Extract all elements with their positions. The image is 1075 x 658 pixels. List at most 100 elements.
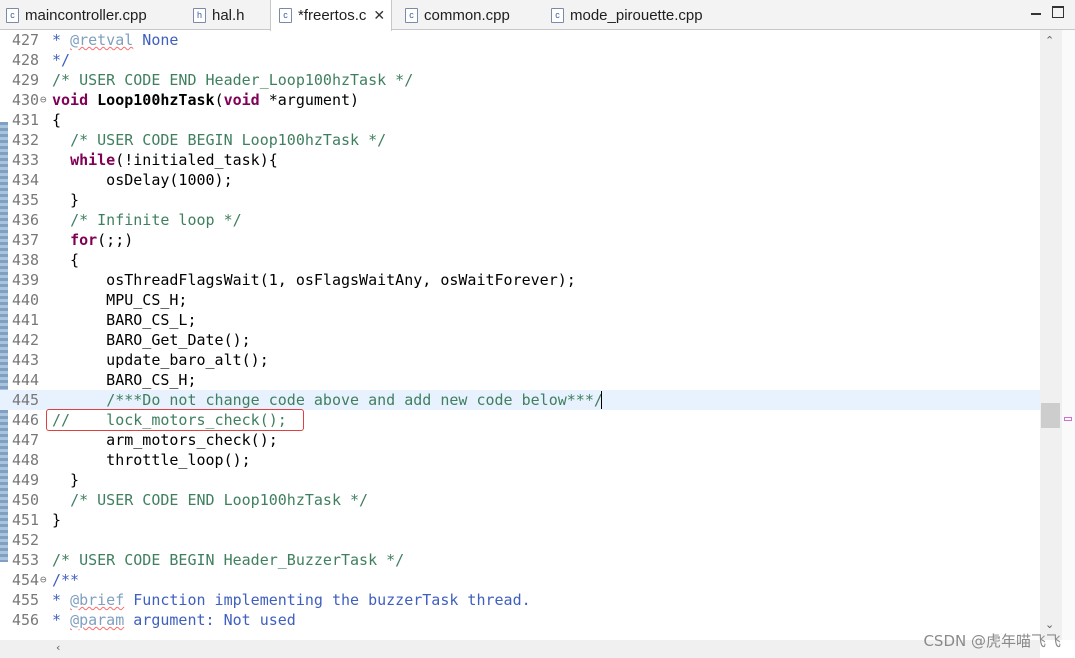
line-number: 438 <box>12 251 40 269</box>
code-line[interactable]: 435 } <box>0 190 1040 210</box>
code-line[interactable]: 453 /* USER CODE BEGIN Header_BuzzerTask … <box>0 550 1040 570</box>
code-token: throttle_loop(); <box>52 451 251 469</box>
code-line[interactable]: 431 { <box>0 110 1040 130</box>
tab-mode-pirouette[interactable]: c mode_pirouette.cpp <box>551 0 703 30</box>
code-token: BARO_Get_Date(); <box>52 331 251 349</box>
code-token: { <box>52 251 80 269</box>
maximize-icon[interactable] <box>1052 6 1064 18</box>
horizontal-scrollbar[interactable] <box>0 640 1040 658</box>
line-number: 450 <box>12 491 40 509</box>
code-line[interactable]: 440 MPU_CS_H; <box>0 290 1040 310</box>
tab-freertos[interactable]: c *freertos.c ✕ <box>270 0 393 31</box>
vertical-scrollbar[interactable] <box>1040 30 1062 640</box>
code-text: */ <box>52 50 70 70</box>
code-text: while(!initialed_task){ <box>52 150 278 170</box>
code-token: BARO_CS_L; <box>52 311 197 329</box>
code-text: * @retval None <box>52 30 178 50</box>
code-line[interactable]: 444 BARO_CS_H; <box>0 370 1040 390</box>
code-token: void <box>223 91 260 109</box>
code-line[interactable]: 448 throttle_loop(); <box>0 450 1040 470</box>
code-line[interactable]: 432 /* USER CODE BEGIN Loop100hzTask */ <box>0 130 1040 150</box>
code-text: MPU_CS_H; <box>52 290 187 310</box>
line-number: 430 <box>12 91 40 109</box>
code-line[interactable]: 433 while(!initialed_task){ <box>0 150 1040 170</box>
tab-common[interactable]: c common.cpp <box>405 0 510 30</box>
line-number: 451 <box>12 511 40 529</box>
code-token: Loop100hzTask <box>97 91 215 109</box>
tab-label: *freertos.c <box>298 7 367 24</box>
line-number: 456 <box>12 611 40 629</box>
code-line[interactable]: 438 { <box>0 250 1040 270</box>
code-line[interactable]: 454 ⊖ /** <box>0 570 1040 590</box>
code-token: arm_motors_check(); <box>52 431 278 449</box>
code-token: * <box>52 611 71 629</box>
close-icon[interactable]: ✕ <box>373 8 385 24</box>
code-line[interactable]: 429 /* USER CODE END Header_Loop100hzTask… <box>0 70 1040 90</box>
scroll-up-icon[interactable]: ⌃ <box>1045 34 1054 47</box>
editor-tab-bar: c maincontroller.cpp h hal.h c *freertos… <box>0 0 1075 31</box>
c-file-icon: c <box>6 7 19 23</box>
scroll-left-icon[interactable]: ‹ <box>56 641 60 654</box>
tab-hal[interactable]: h hal.h <box>193 0 245 30</box>
code-token: @param <box>70 611 125 629</box>
code-line[interactable]: 430 ⊖ void Loop100hzTask(void *argument) <box>0 90 1040 110</box>
line-number: 437 <box>12 231 40 249</box>
line-number: 445 <box>12 391 40 409</box>
tab-maincontroller[interactable]: c maincontroller.cpp <box>6 0 147 30</box>
line-number: 433 <box>12 151 40 169</box>
code-line[interactable]: 436 /* Infinite loop */ <box>0 210 1040 230</box>
code-line[interactable]: 428 */ <box>0 50 1040 70</box>
code-token: *argument) <box>259 91 360 109</box>
line-number: 455 <box>12 591 40 609</box>
code-token: osDelay(1000); <box>52 171 233 189</box>
code-line[interactable]: 437 for(;;) <box>0 230 1040 250</box>
code-line[interactable]: 451} <box>0 510 1040 530</box>
line-number: 428 <box>12 51 40 69</box>
code-line[interactable]: 443 update_baro_alt(); <box>0 350 1040 370</box>
code-text: /* USER CODE END Loop100hzTask */ <box>52 490 368 510</box>
code-line[interactable]: 455 * @brief Function implementing the bu… <box>0 590 1040 610</box>
fold-toggle-icon[interactable]: ⊖ <box>40 90 47 110</box>
code-line[interactable]: 434 osDelay(1000); <box>0 170 1040 190</box>
code-line[interactable]: 456 * @param argument: Not used <box>0 610 1040 630</box>
code-line[interactable]: 439 osThreadFlagsWait(1, osFlagsWaitAny,… <box>0 270 1040 290</box>
text-caret <box>601 391 602 409</box>
line-number: 432 <box>12 131 40 149</box>
code-line[interactable]: 449 } <box>0 470 1040 490</box>
code-text: /* Infinite loop */ <box>52 210 242 230</box>
code-token: /* USER CODE BEGIN Loop100hzTask */ <box>70 131 387 149</box>
code-token: * <box>52 591 71 609</box>
code-line[interactable]: 445 /***Do not change code above and add… <box>0 390 1040 410</box>
overview-marker[interactable] <box>1064 417 1072 421</box>
code-line[interactable]: 441 BARO_CS_L; <box>0 310 1040 330</box>
fold-toggle-icon[interactable]: ⊖ <box>40 570 47 590</box>
code-token: /* Infinite loop */ <box>70 211 242 229</box>
code-line[interactable]: 450 /* USER CODE END Loop100hzTask */ <box>0 490 1040 510</box>
line-number: 440 <box>12 291 40 309</box>
code-text: throttle_loop(); <box>52 450 251 470</box>
code-text: BARO_CS_H; <box>52 370 196 390</box>
code-text: /** <box>52 570 79 590</box>
code-text: /* USER CODE BEGIN Header_BuzzerTask */ <box>52 550 404 570</box>
annotation-box <box>46 409 304 431</box>
code-line[interactable]: 427 * @retval None <box>0 30 1040 50</box>
code-text: for(;;) <box>52 230 133 250</box>
code-text: osThreadFlagsWait(1, osFlagsWaitAny, osW… <box>52 270 576 290</box>
code-line[interactable]: 452 <box>0 530 1040 550</box>
code-text: osDelay(1000); <box>52 170 233 190</box>
line-number: 454 <box>12 571 40 589</box>
code-text: update_baro_alt(); <box>52 350 269 370</box>
code-token: for <box>70 231 98 249</box>
code-line[interactable]: 442 BARO_Get_Date(); <box>0 330 1040 350</box>
c-file-icon: c <box>551 7 564 23</box>
minimize-icon[interactable] <box>1030 6 1042 18</box>
code-token: /* USER CODE END Loop100hzTask */ <box>70 491 369 509</box>
code-text: BARO_Get_Date(); <box>52 330 251 350</box>
code-line[interactable]: 447 arm_motors_check(); <box>0 430 1040 450</box>
code-text: } <box>52 190 79 210</box>
line-number: 435 <box>12 191 40 209</box>
scrollbar-thumb[interactable] <box>1041 403 1060 428</box>
code-editor[interactable]: 427 * @retval None 428 */ 429 /* USER CODE EN… <box>0 30 1040 640</box>
